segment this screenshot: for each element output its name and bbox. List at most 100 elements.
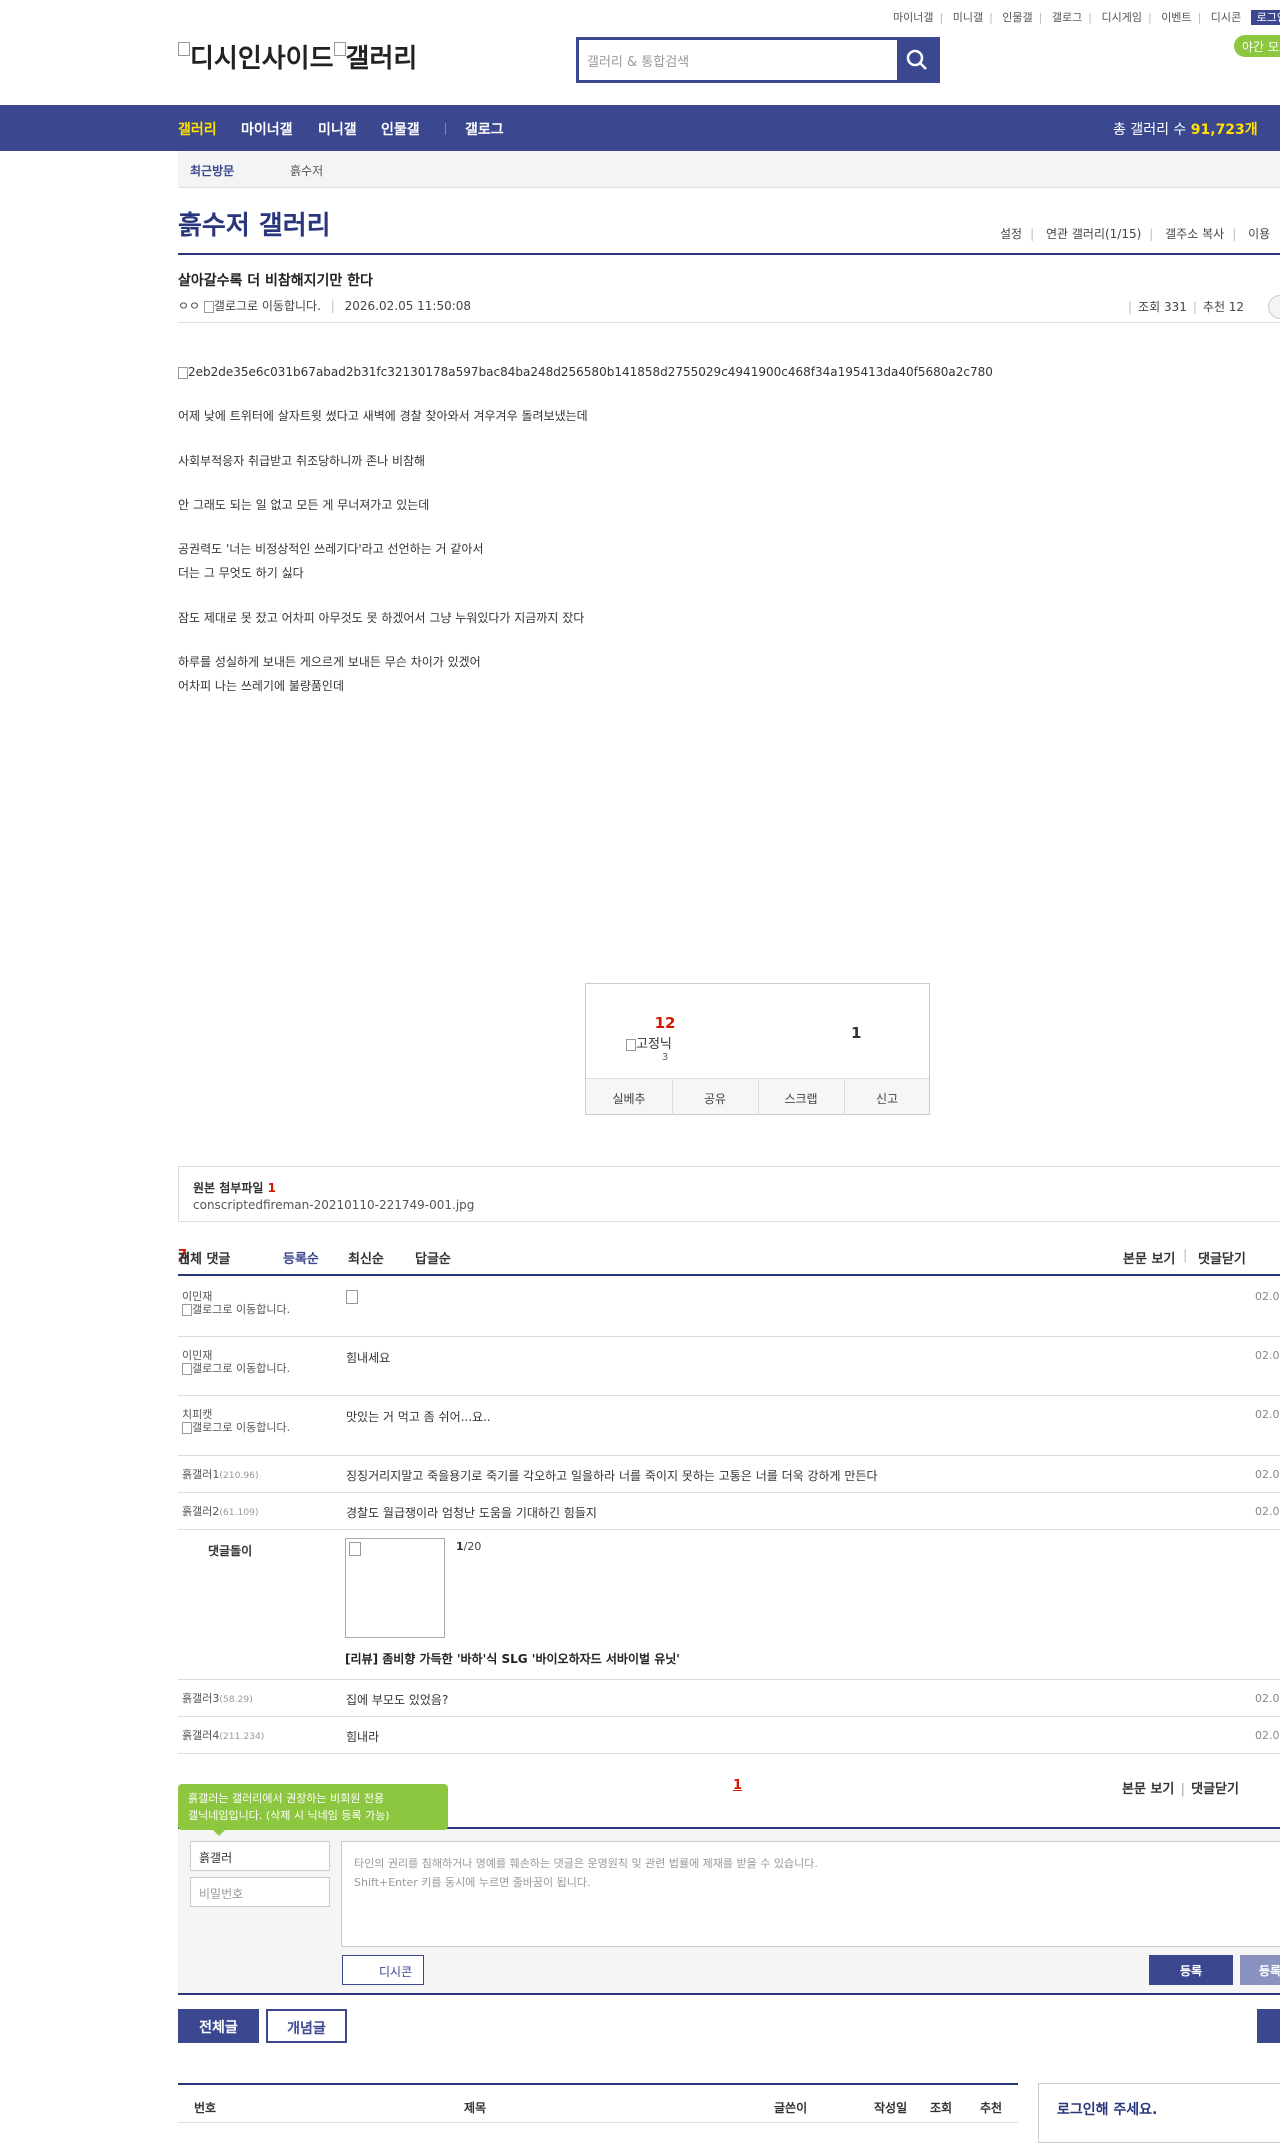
gnb-gallery[interactable]: 갤러리: [178, 119, 217, 139]
post-author[interactable]: ㅇㅇ: [178, 299, 200, 313]
top-nav-person[interactable]: 인물갤: [1002, 11, 1032, 24]
col-writer: 글쓴이: [774, 2101, 808, 2115]
gallery-title[interactable]: 흙수저 갤러리: [178, 205, 331, 242]
attachment-file-link[interactable]: conscriptedfireman-20210110-221749-001.j…: [193, 1198, 474, 1212]
gallery-count: 총 갤러리 수 91,723개: [1113, 119, 1258, 139]
top-nav-game[interactable]: 디시게임: [1101, 11, 1141, 24]
fixed-nick-recommend[interactable]: 고정닉: [626, 1033, 672, 1052]
sort-latest[interactable]: 최신순: [348, 1248, 384, 1267]
related-gallery-link[interactable]: 연관 갤러리(1/15): [1046, 227, 1141, 241]
comment-ip: (61.109): [219, 1507, 259, 1518]
gallery-settings-link[interactable]: 설정: [1000, 227, 1022, 241]
gallog-alt-text: 갤로그로 이동합니다.: [192, 1303, 291, 1316]
site-logo[interactable]: 디시인사이드 갤러리: [178, 38, 417, 75]
close-comments-button[interactable]: 댓글닫기: [1191, 1782, 1239, 1797]
concept-posts-button[interactable]: 개념글: [266, 2009, 347, 2043]
dory-caption-link[interactable]: [리뷰] 좀비향 가득한 '바하'식 SLG '바이오하자드 서바이벌 유닛': [345, 1650, 680, 1667]
gnb-minor[interactable]: 마이너갤: [241, 119, 293, 139]
post-image-alt: 2eb2de35e6c031b67abad2b31fc32130178a597b…: [188, 365, 993, 379]
top-nav-minor[interactable]: 마이너갤: [893, 11, 933, 24]
gnb-mini[interactable]: 미니갤: [318, 119, 357, 139]
comment-ip: (210.96): [219, 1470, 259, 1481]
comment-author[interactable]: 흙갤러2(61.109): [182, 1505, 259, 1519]
gallog-icon[interactable]: 갤로그로 이동합니다.: [203, 299, 321, 313]
top-nav-mini[interactable]: 미니갤: [953, 11, 983, 24]
password-field[interactable]: 비밀번호: [190, 1877, 330, 1907]
attachment-label: 원본 첨부파일 1: [193, 1179, 276, 1196]
top-nav-gallog[interactable]: 갤로그: [1052, 11, 1082, 24]
post-line: 잠도 제대로 못 잤고 어차피 아무것도 못 하겠어서 그냥 누워있다가 지금까…: [178, 610, 585, 625]
comment-text: 집에 부모도 있었음?: [346, 1693, 449, 1707]
dory-page-total: /20: [463, 1540, 482, 1553]
post-date: 2026.02.05 11:50:08: [344, 299, 472, 313]
all-posts-button[interactable]: 전체글: [178, 2009, 259, 2043]
top-utility-nav: 마이너갤| 미니갤| 인물갤| 갤로그| 디시게임| 이벤트| 디시콘 로그인: [890, 9, 1280, 25]
comment-row: 흙갤러4(211.234) 힘내라 02.05 23: [178, 1717, 1280, 1754]
fixed-nick-alt: 고정닉: [636, 1037, 672, 1052]
comment-author[interactable]: 흙갤러1(210.96): [182, 1468, 259, 1482]
silbe-recommend-button[interactable]: 실베추: [586, 1090, 672, 1107]
broken-image-icon: [346, 1290, 358, 1304]
recent-visit-title[interactable]: 최근방문: [190, 162, 234, 179]
recommend-box: 12 고정닉 3 1 실베추 공유 스크랩 신고: [585, 983, 930, 1115]
post-meta: ㅇㅇ 갤로그로 이동합니다. | 2026.02.05 11:50:08: [178, 299, 472, 313]
comment-author[interactable]: 흙갤러3(58.29): [182, 1692, 253, 1706]
search-input[interactable]: 갤러리 & 통합검색: [579, 40, 897, 80]
usage-link[interactable]: 이용: [1248, 227, 1270, 241]
comment-author[interactable]: 이민재 갤로그로 이동합니다.: [182, 1290, 312, 1316]
comment-nick: 이민재: [182, 1349, 213, 1362]
scrap-button[interactable]: 스크랩: [758, 1090, 844, 1107]
comment-row: 이민재갤로그로 이동합니다. 02.05: [178, 1278, 1280, 1337]
post-line: [178, 429, 993, 449]
submit-button[interactable]: 등록: [1149, 1955, 1233, 1985]
comment-nick: 이민재: [182, 1290, 213, 1303]
col-date: 작성일: [874, 2101, 908, 2115]
sort-registered[interactable]: 등록순: [283, 1248, 319, 1267]
search-button[interactable]: [897, 40, 937, 80]
comment-textarea[interactable]: 타인의 권리를 침해하거나 명예를 훼손하는 댓글은 운영원칙 및 관련 법률에…: [341, 1841, 1280, 1947]
comment-text: 힘내라: [346, 1730, 380, 1744]
gnb-gallog[interactable]: 갤로그: [465, 119, 504, 139]
share-button[interactable]: 공유: [672, 1090, 758, 1107]
sort-replies[interactable]: 답글순: [415, 1248, 451, 1267]
submit-recommend-button[interactable]: 등록: [1240, 1955, 1280, 1985]
comment-author[interactable]: 이민재 갤로그로 이동합니다.: [182, 1349, 312, 1375]
post-image[interactable]: 2eb2de35e6c031b67abad2b31fc32130178a597b…: [178, 360, 993, 384]
nickname-field[interactable]: 흙갤러: [190, 1841, 330, 1871]
comment-author[interactable]: 흙갤러4(211.234): [182, 1729, 264, 1743]
dory-thumbnail[interactable]: [345, 1538, 445, 1638]
broken-image-icon: [178, 366, 188, 379]
dory-pager: 1/20: [456, 1540, 481, 1553]
night-mode-toggle[interactable]: 야간 모드: [1234, 35, 1280, 57]
dccon-button[interactable]: 디시콘: [342, 1955, 424, 1985]
copy-address-link[interactable]: 갤주소 복사: [1165, 227, 1224, 241]
top-nav-event[interactable]: 이벤트: [1161, 11, 1191, 24]
fixed-nick-count: 3: [661, 1052, 669, 1063]
recent-visit-item[interactable]: 흙수저: [290, 162, 323, 179]
comment-nick: 흙갤러3: [182, 1692, 220, 1705]
report-button[interactable]: 신고: [844, 1090, 930, 1107]
comment-nick: 치피캣: [182, 1408, 213, 1421]
top-nav-dccon[interactable]: 디시콘: [1211, 11, 1241, 24]
comment-write-box: 흙갤러 비밀번호 타인의 권리를 침해하거나 명예를 훼손하는 댓글은 운영원칙…: [178, 1827, 1280, 1995]
comment-jump-button[interactable]: [1268, 295, 1280, 319]
gnb-person[interactable]: 인물갤: [381, 119, 420, 139]
comment-author[interactable]: 치피캣 갤로그로 이동합니다.: [182, 1408, 312, 1434]
post-list-header: 번호 제목 글쓴이 작성일 조회 추천: [178, 2083, 1018, 2123]
recommend-actions: 실베추 공유 스크랩 신고: [586, 1078, 930, 1115]
view-body-button[interactable]: 본문 보기: [1122, 1782, 1174, 1797]
comment-row: 이민재갤로그로 이동합니다. 힘내세요 02.05: [178, 1337, 1280, 1396]
gallery-menu: 설정 | 연관 갤러리(1/15) | 갤주소 복사 | 이용: [1000, 227, 1271, 241]
login-box[interactable]: 로그인해 주세요.: [1038, 2083, 1280, 2143]
divider: |: [1183, 1248, 1188, 1263]
login-button[interactable]: 로그인: [1250, 10, 1280, 25]
post-line: [178, 517, 993, 537]
view-body-button[interactable]: 본문 보기: [1123, 1248, 1175, 1267]
post-line: [178, 586, 993, 606]
close-comments-button[interactable]: 댓글닫기: [1198, 1248, 1246, 1267]
comment-date: 02.05 15: [1255, 1505, 1280, 1518]
dory-page-current: 1: [456, 1540, 464, 1553]
broken-image-icon: [203, 300, 214, 313]
comment-page-1[interactable]: 1: [733, 1778, 742, 1793]
write-post-button[interactable]: [1257, 2009, 1280, 2043]
